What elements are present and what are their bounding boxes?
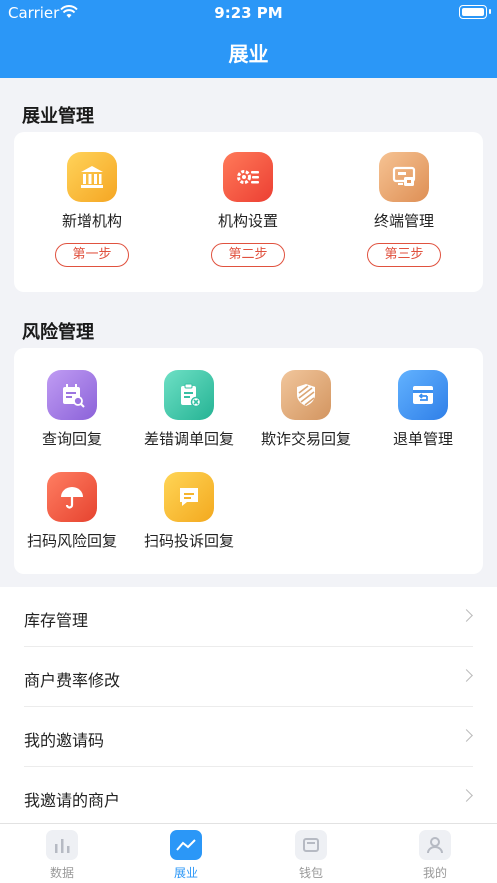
clock: 9:23 PM: [214, 4, 283, 22]
wallet-icon: [295, 830, 327, 860]
chevron-right-icon: [460, 609, 473, 622]
status-bar: Carrier 9:23 PM: [0, 0, 497, 26]
risk-item-refund-mgmt[interactable]: 退单管理: [365, 370, 481, 449]
expansion-card: 新增机构 第一步 机构设置 第二步 终端管理 第三步: [14, 132, 483, 292]
risk-item-label: 扫码风险回复: [26, 532, 117, 550]
shield-stripes-icon: [281, 370, 331, 420]
section-title-risk: 风险管理: [22, 322, 94, 343]
list-item-label: 库存管理: [24, 611, 89, 630]
list-item-label: 我邀请的商户: [24, 791, 121, 810]
step-badge: 第三步: [367, 243, 441, 267]
risk-item-label: 查询回复: [41, 430, 102, 448]
risk-item-label: 扫码投诉回复: [143, 532, 234, 550]
app-header: Carrier 9:23 PM 展业: [0, 0, 497, 78]
risk-item-scan-complaint-reply[interactable]: 扫码投诉回复: [131, 472, 247, 551]
section-title-expansion: 展业管理: [22, 106, 94, 127]
risk-item-query-reply[interactable]: 查询回复: [14, 370, 130, 449]
trend-line-icon: [170, 830, 202, 860]
expansion-item-label: 终端管理: [373, 212, 434, 230]
chevron-right-icon: [460, 729, 473, 742]
list-item-merchant-rate[interactable]: 商户费率修改: [0, 647, 497, 707]
risk-item-label: 退单管理: [392, 430, 453, 448]
return-card-icon: [398, 370, 448, 420]
risk-item-error-adjust-reply[interactable]: 差错调单回复: [131, 370, 247, 449]
pos-terminal-icon: [379, 152, 429, 202]
chevron-right-icon: [460, 669, 473, 682]
list-item-invited-merchants[interactable]: 我邀请的商户: [0, 767, 497, 827]
tab-bar: 数据 展业 钱包 我的: [0, 823, 497, 883]
tab-label: 钱包: [298, 866, 323, 880]
expansion-item-org-settings[interactable]: 机构设置 第二步: [190, 152, 306, 267]
bank-icon: [67, 152, 117, 202]
risk-item-scan-risk-reply[interactable]: 扫码风险回复: [14, 472, 130, 551]
step-badge: 第二步: [211, 243, 285, 267]
tab-label: 数据: [49, 866, 74, 880]
page-title: 展业: [228, 42, 269, 66]
expansion-item-label: 新增机构: [61, 212, 122, 230]
risk-item-label: 差错调单回复: [143, 430, 234, 448]
list-item-inventory[interactable]: 库存管理: [0, 587, 497, 647]
tab-profile[interactable]: 我的: [390, 830, 480, 881]
chevron-right-icon: [460, 789, 473, 802]
user-icon: [419, 830, 451, 860]
tab-label: 展业: [173, 866, 198, 880]
menu-list: 库存管理 商户费率修改 我的邀请码 我邀请的商户: [0, 587, 497, 823]
risk-item-fraud-reply[interactable]: 欺诈交易回复: [248, 370, 364, 449]
settings-list-icon: [223, 152, 273, 202]
risk-card: 查询回复 差错调单回复 欺诈交易回复 退单管理 扫码风险回复 扫码投诉回复: [14, 348, 483, 574]
risk-item-label: 欺诈交易回复: [260, 430, 351, 448]
calendar-search-icon: [47, 370, 97, 420]
list-item-label: 商户费率修改: [24, 671, 121, 690]
message-icon: [164, 472, 214, 522]
tab-data[interactable]: 数据: [17, 830, 107, 881]
list-item-invite-code[interactable]: 我的邀请码: [0, 707, 497, 767]
bar-chart-icon: [46, 830, 78, 860]
list-item-label: 我的邀请码: [24, 731, 105, 750]
tab-expansion[interactable]: 展业: [141, 830, 231, 881]
step-badge: 第一步: [55, 243, 129, 267]
battery-icon: [459, 5, 491, 19]
umbrella-icon: [47, 472, 97, 522]
expansion-item-add-org[interactable]: 新增机构 第一步: [34, 152, 150, 267]
tab-wallet[interactable]: 钱包: [266, 830, 356, 881]
tab-label: 我的: [422, 866, 447, 880]
expansion-item-terminal-mgmt[interactable]: 终端管理 第三步: [346, 152, 462, 267]
expansion-item-label: 机构设置: [217, 212, 278, 230]
clipboard-error-icon: [164, 370, 214, 420]
